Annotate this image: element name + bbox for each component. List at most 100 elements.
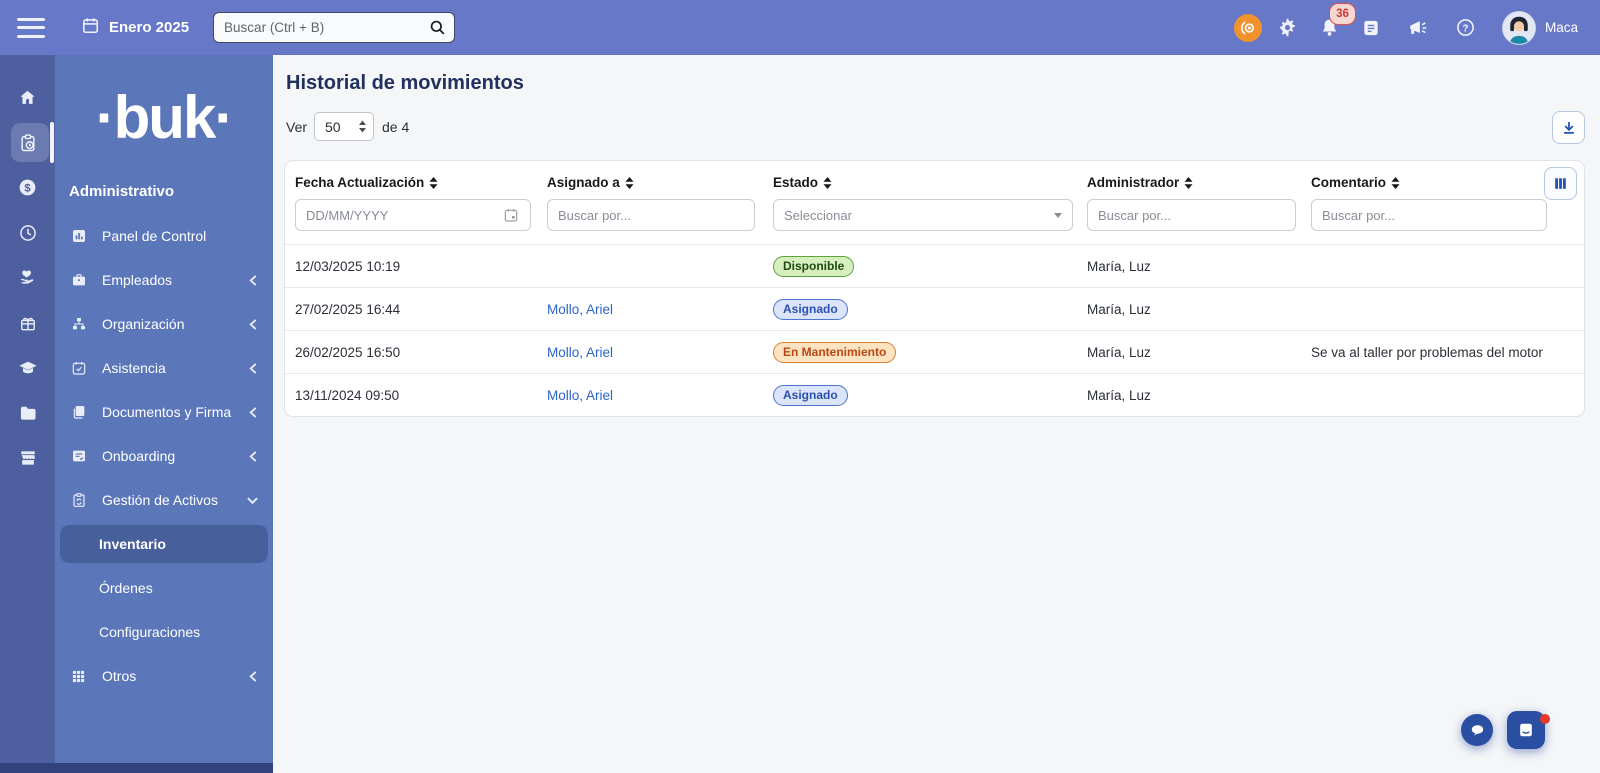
calendar-check-icon xyxy=(70,360,87,376)
sidebar-section-label: Administrativo xyxy=(69,183,273,200)
svg-text:?: ? xyxy=(1462,23,1468,34)
page-size-select[interactable]: 50 xyxy=(314,112,374,141)
sort-icon xyxy=(1391,177,1400,189)
sidebar-item-label: Asistencia xyxy=(102,360,248,376)
column-header-estado[interactable]: Estado xyxy=(773,175,1087,190)
filter-comentario-input[interactable] xyxy=(1311,199,1547,231)
chevron-down-icon xyxy=(246,495,259,506)
table-row[interactable]: 27/02/2025 16:44 Mollo, Ariel Asignado M… xyxy=(285,287,1584,330)
help-icon[interactable]: ? xyxy=(1455,17,1476,38)
sidebar-item-onboarding[interactable]: Onboarding xyxy=(55,434,273,478)
module-marketplace-store-icon[interactable] xyxy=(0,435,55,480)
filter-administrador-input[interactable] xyxy=(1087,199,1296,231)
briefcase-icon xyxy=(70,272,87,288)
sidebar-item-documentos-y-firma[interactable]: Documentos y Firma xyxy=(55,390,273,434)
chevron-left-icon xyxy=(248,362,259,375)
module-inventory-clipboard-icon[interactable] xyxy=(0,120,55,165)
sort-icon xyxy=(429,177,438,189)
module-benefits-hand-heart-icon[interactable] xyxy=(0,255,55,300)
chat-unread-dot xyxy=(1540,714,1550,724)
sidebar-item-empleados[interactable]: Empleados xyxy=(55,258,273,302)
sidebar-item-label: Onboarding xyxy=(102,448,248,464)
cell-administrador: María, Luz xyxy=(1087,345,1311,360)
page-title: Historial de movimientos xyxy=(286,72,524,95)
user-avatar[interactable] xyxy=(1502,11,1536,45)
sidebar-subitem-inventario[interactable]: Inventario xyxy=(60,525,268,563)
user-name-label: Maca xyxy=(1545,20,1578,35)
clipboard-sync-icon xyxy=(70,492,87,508)
cell-asignado-link[interactable]: Mollo, Ariel xyxy=(547,302,773,317)
column-header-comentario[interactable]: Comentario xyxy=(1311,175,1574,190)
sidebar-subitem-label: Inventario xyxy=(99,536,166,552)
module-time-clock-icon[interactable] xyxy=(0,210,55,255)
filter-date-input[interactable] xyxy=(295,199,531,231)
status-badge: Asignado xyxy=(773,299,848,320)
documents-icon xyxy=(70,404,87,420)
global-search xyxy=(213,12,455,43)
search-icon[interactable] xyxy=(428,18,447,42)
sidebar-item-label: Organización xyxy=(102,316,248,332)
dashboard-icon xyxy=(70,228,87,244)
announcements-megaphone-icon[interactable] xyxy=(1407,17,1429,39)
cell-administrador: María, Luz xyxy=(1087,259,1311,274)
sidebar-item-panel-de-control[interactable]: Panel de Control xyxy=(55,214,273,258)
feedback-bubble-button[interactable] xyxy=(1461,714,1493,746)
chevron-left-icon xyxy=(248,450,259,463)
search-input[interactable] xyxy=(213,12,455,43)
notification-count-badge: 36 xyxy=(1329,3,1356,25)
column-header-administrador[interactable]: Administrador xyxy=(1087,175,1311,190)
sidebar-subitem-ordenes[interactable]: Órdenes xyxy=(55,566,273,610)
sidebar: ·buk· Administrativo Panel de Control Em… xyxy=(55,55,273,763)
cell-fecha: 12/03/2025 10:19 xyxy=(295,259,547,274)
module-icon-strip: $ xyxy=(0,55,55,763)
chevron-left-icon xyxy=(248,318,259,331)
table-row[interactable]: 12/03/2025 10:19 Disponible María, Luz xyxy=(285,244,1584,287)
sidebar-item-asistencia[interactable]: Asistencia xyxy=(55,346,273,390)
sidebar-subitem-label: Configuraciones xyxy=(99,624,200,640)
module-documents-folder-icon[interactable] xyxy=(0,390,55,435)
sidebar-item-label: Empleados xyxy=(102,272,248,288)
status-badge: Asignado xyxy=(773,385,848,406)
module-training-graduation-icon[interactable] xyxy=(0,345,55,390)
notifications-bell-icon[interactable]: 36 xyxy=(1319,17,1340,38)
filter-estado-select[interactable]: Seleccionar xyxy=(773,199,1073,231)
main-content: Historial de movimientos Ver 50 de 4 Fec… xyxy=(273,55,1600,773)
sidebar-subitem-configuraciones[interactable]: Configuraciones xyxy=(55,610,273,654)
sidebar-item-otros[interactable]: Otros xyxy=(55,654,273,698)
settings-gear-icon[interactable] xyxy=(1277,17,1298,38)
table-filter-row: Seleccionar xyxy=(285,190,1584,244)
filter-asignado-input[interactable] xyxy=(547,199,755,231)
intercom-icon[interactable] xyxy=(1234,14,1262,42)
top-navbar: Enero 2025 36 ? Maca xyxy=(0,0,1600,55)
cell-asignado-link[interactable]: Mollo, Ariel xyxy=(547,345,773,360)
column-settings-button[interactable] xyxy=(1544,167,1577,200)
svg-text:$: $ xyxy=(24,182,31,194)
module-home-icon[interactable] xyxy=(0,75,55,120)
cell-comentario: Se va al taller por problemas del motor xyxy=(1311,345,1574,360)
cell-fecha: 27/02/2025 16:44 xyxy=(295,302,547,317)
pagination-controls: Ver 50 de 4 xyxy=(286,112,409,141)
chevron-left-icon xyxy=(248,670,259,683)
cell-fecha: 13/11/2024 09:50 xyxy=(295,388,547,403)
sidebar-item-gestion-de-activos[interactable]: Gestión de Activos xyxy=(55,478,273,522)
chevron-left-icon xyxy=(248,274,259,287)
table-row[interactable]: 13/11/2024 09:50 Mollo, Ariel Asignado M… xyxy=(285,373,1584,416)
cell-asignado-link[interactable]: Mollo, Ariel xyxy=(547,388,773,403)
hamburger-menu-icon[interactable] xyxy=(17,18,45,38)
table-header-row: Fecha Actualización Asignado a Estado Ad… xyxy=(285,161,1584,190)
news-note-icon[interactable] xyxy=(1361,18,1381,38)
period-label: Enero 2025 xyxy=(109,19,189,36)
download-button[interactable] xyxy=(1552,111,1585,144)
columns-icon xyxy=(1552,175,1569,192)
column-header-fecha[interactable]: Fecha Actualización xyxy=(295,175,547,190)
sidebar-footer-bar xyxy=(0,763,273,773)
ver-label: Ver xyxy=(286,119,307,135)
table-row[interactable]: 26/02/2025 16:50 Mollo, Ariel En Manteni… xyxy=(285,330,1584,373)
status-badge: En Mantenimiento xyxy=(773,342,896,363)
period-selector[interactable]: Enero 2025 xyxy=(81,16,189,39)
sidebar-item-organizacion[interactable]: Organización xyxy=(55,302,273,346)
column-header-asignado[interactable]: Asignado a xyxy=(547,175,773,190)
module-payroll-dollar-icon[interactable]: $ xyxy=(0,165,55,210)
buk-logo: ·buk· xyxy=(55,65,273,169)
module-gift-icon[interactable] xyxy=(0,300,55,345)
